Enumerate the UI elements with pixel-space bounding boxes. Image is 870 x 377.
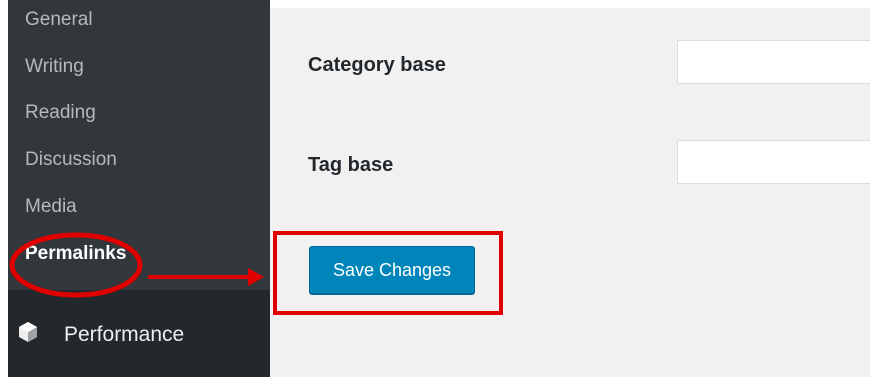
save-changes-button[interactable]: Save Changes [309, 246, 475, 294]
tag-base-input[interactable] [677, 140, 870, 184]
sidebar-item-media[interactable]: Media [25, 195, 77, 219]
category-base-label: Category base [308, 54, 446, 76]
sidebar-item-discussion[interactable]: Discussion [25, 148, 117, 172]
wp-admin-screen: General Writing Reading Discussion Media… [0, 0, 870, 377]
category-base-input[interactable] [677, 40, 870, 84]
performance-icon [16, 320, 40, 344]
sidebar-item-label: Performance [64, 323, 185, 346]
tag-base-label: Tag base [308, 154, 394, 176]
permalink-settings-form: Category base Tag base Save Changes [270, 8, 870, 377]
sidebar-item-permalinks[interactable]: Permalinks [25, 242, 126, 266]
settings-submenu: General Writing Reading Discussion Media… [8, 0, 270, 290]
sidebar-item-general[interactable]: General [25, 8, 93, 32]
sidebar-item-performance[interactable]: Performance [8, 312, 270, 356]
sidebar-item-reading[interactable]: Reading [25, 101, 96, 125]
admin-sidebar: General Writing Reading Discussion Media… [8, 0, 270, 377]
sidebar-item-writing[interactable]: Writing [25, 55, 84, 79]
